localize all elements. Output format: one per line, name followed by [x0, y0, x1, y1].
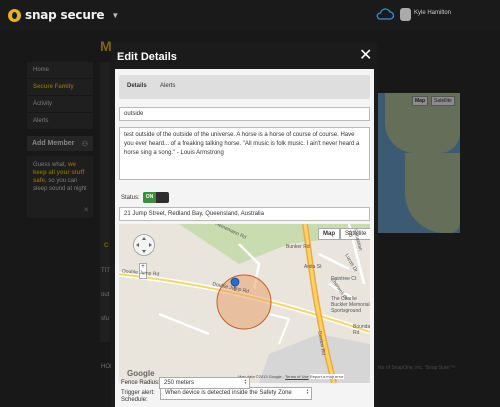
fence-radius-select[interactable]: 250 meters: [159, 377, 250, 389]
tab-details[interactable]: Details: [127, 83, 147, 89]
description-field[interactable]: test outside of the outside of the unive…: [119, 127, 370, 180]
address-field[interactable]: 21 Jump Street, Redland Bay, Queensland,…: [119, 207, 370, 221]
status-toggle-label: ON: [143, 192, 156, 203]
cloud-icon[interactable]: [376, 8, 394, 20]
user-name[interactable]: Kyle Hamilton: [414, 10, 451, 16]
modal-body: Details Alerts outside test outside of t…: [115, 69, 374, 407]
road-label: Anita St: [304, 264, 322, 270]
road-label: Daintree Ct: [331, 276, 357, 282]
map-type-map[interactable]: Map: [318, 228, 340, 240]
map-attribution: Map data ©2013 Google - Terms of Use Rep…: [238, 374, 344, 379]
google-logo[interactable]: Google: [127, 369, 155, 378]
road-label: Boundary Rd: [353, 324, 370, 336]
tab-alerts[interactable]: Alerts: [160, 83, 175, 89]
name-field[interactable]: outside: [119, 107, 370, 121]
schedule-label: Schedule:: [121, 397, 148, 403]
app-logo[interactable]: snap secure ▼: [8, 8, 119, 22]
tab-bar: Details Alerts: [119, 75, 370, 99]
fence-radius-label: Fence Radius:: [121, 380, 160, 386]
pan-control-icon[interactable]: [132, 233, 156, 257]
map-type-controls: Map Satellite: [318, 228, 370, 240]
avatar[interactable]: [400, 8, 411, 21]
status-toggle[interactable]: ON: [143, 192, 169, 203]
report-link[interactable]: Report a map error: [309, 374, 344, 379]
safety-zone-map[interactable]: Map Satellite + − Double Jump Rd Double J…: [119, 224, 370, 383]
modal-title: Edit Details: [117, 51, 177, 63]
logo-text: snap secure: [25, 8, 105, 22]
edit-details-modal: Edit Details ✕ Details Alerts outside te…: [111, 42, 378, 407]
road-label: Bunker Rd: [286, 244, 310, 250]
close-icon[interactable]: ✕: [359, 48, 372, 64]
trigger-alert-label: Trigger alert:: [121, 390, 155, 396]
terms-link[interactable]: Terms of Use: [285, 374, 309, 379]
road-label: The Charlie Buckler Memorial Sportsgroun…: [331, 296, 370, 314]
status-label: Status:: [121, 195, 140, 201]
logo-icon: [8, 8, 21, 22]
top-bar: snap secure ▼ Kyle Hamilton: [0, 0, 500, 30]
chevron-down-icon[interactable]: ▼: [111, 11, 119, 20]
